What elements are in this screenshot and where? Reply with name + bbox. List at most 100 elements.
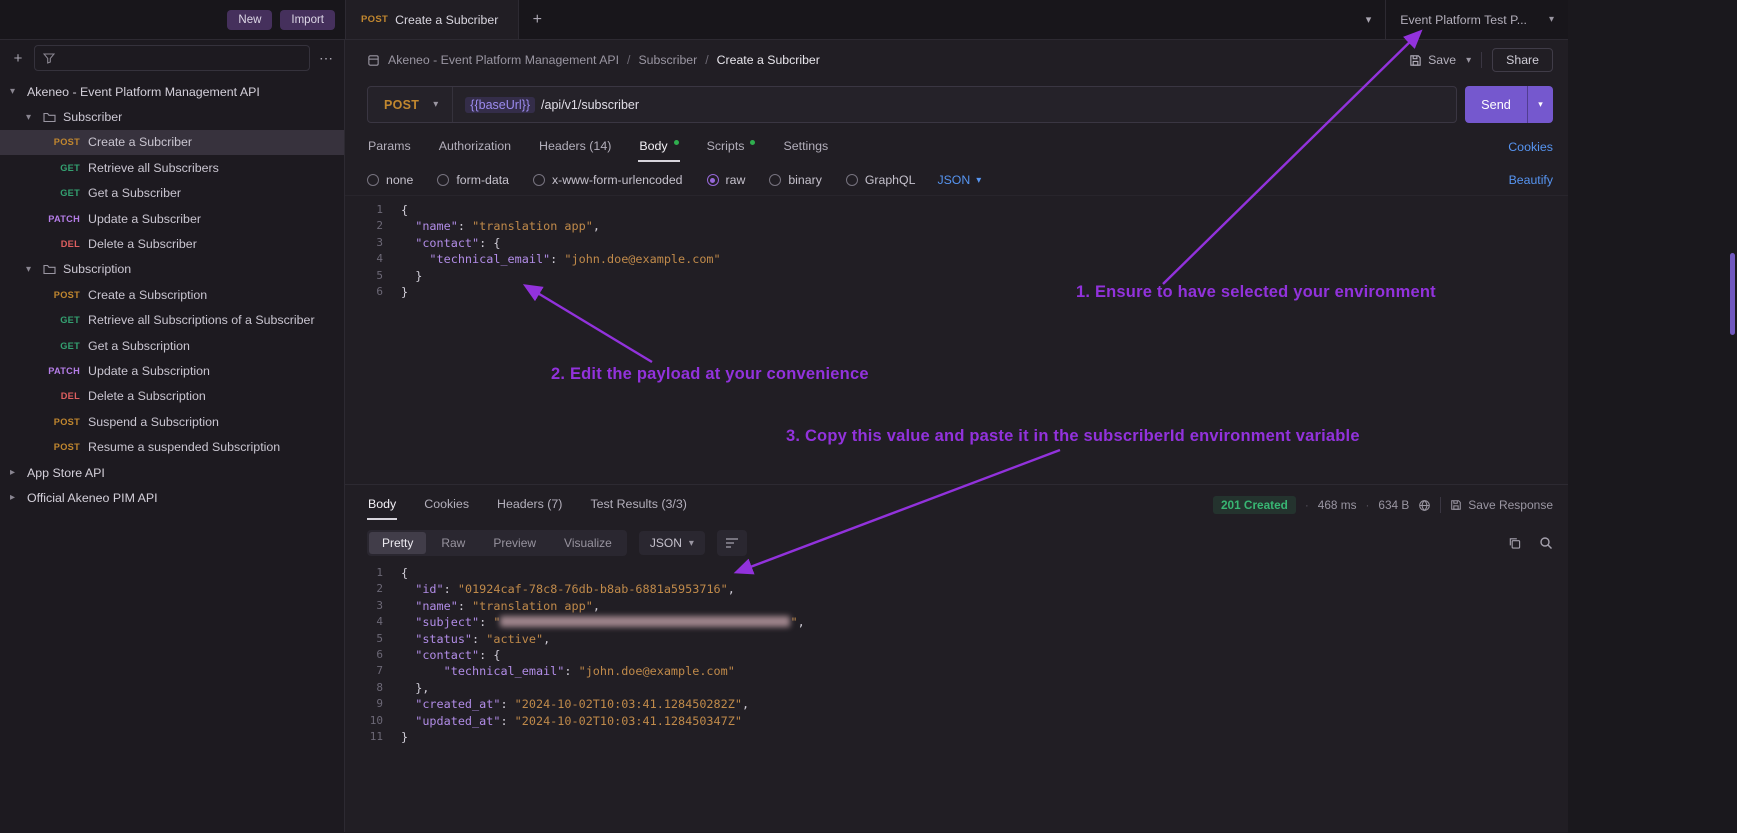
radio-icon (367, 174, 379, 186)
sidebar-item[interactable]: ▾Akeneo - Event Platform Management API (0, 79, 344, 104)
sidebar-item[interactable]: ▾Subscription (0, 257, 344, 282)
wrap-lines-button[interactable] (717, 530, 747, 556)
add-icon[interactable]: + (11, 50, 25, 67)
breadcrumb-folder[interactable]: Subscriber (638, 53, 697, 67)
sidebar-item[interactable]: GETRetrieve all Subscriptions of a Subsc… (0, 308, 344, 333)
method-badge: PATCH (0, 366, 80, 376)
sidebar-item[interactable]: PATCHUpdate a Subscriber (0, 206, 344, 231)
sidebar-item[interactable]: DELDelete a Subscriber (0, 231, 344, 256)
sidebar-item[interactable]: POSTSuspend a Subscription (0, 409, 344, 434)
body-language-selector[interactable]: JSON ▾ (937, 173, 981, 187)
line-number: 6 (345, 284, 397, 300)
chevron-down-icon[interactable]: ▾ (1352, 0, 1386, 39)
method-selector[interactable]: POST ▾ (368, 87, 453, 122)
response-tab-cookies[interactable]: Cookies (423, 490, 470, 520)
radio-icon (533, 174, 545, 186)
sidebar-item[interactable]: POST Create a Subscription (0, 282, 344, 307)
tab-scripts[interactable]: Scripts (706, 132, 757, 162)
response-tab-headers[interactable]: Headers (7) (496, 490, 563, 520)
chevron-down-icon[interactable]: ▾ (26, 112, 43, 123)
sidebar-item[interactable]: ▸Official Akeneo PIM API (0, 485, 344, 510)
code-text: { (397, 202, 408, 218)
view-tab-visualize[interactable]: Visualize (551, 532, 625, 554)
response-language-selector[interactable]: JSON ▾ (639, 531, 705, 555)
sidebar-item[interactable]: ▸App Store API (0, 460, 344, 485)
body-type-raw[interactable]: raw (707, 173, 746, 187)
url-input[interactable]: {{baseUrl}} /api/v1/subscriber (453, 87, 651, 122)
save-button[interactable]: Save (1409, 53, 1456, 67)
tab-params[interactable]: Params (367, 132, 412, 162)
search-icon[interactable] (1539, 536, 1553, 550)
sidebar-item[interactable]: ▾Subscriber (0, 104, 344, 129)
sidebar-search-input[interactable] (34, 45, 310, 71)
send-button[interactable]: Send (1465, 86, 1527, 123)
response-tab-test[interactable]: Test Results (3/3) (589, 490, 687, 520)
environment-selector[interactable]: Event Platform Test P... ▾ (1385, 0, 1568, 39)
page: New Import POST Create a Subcriber + ▾ E… (0, 0, 1737, 833)
response-size: 634 B (1378, 498, 1409, 512)
sidebar-item-label: Delete a Subscription (88, 389, 206, 403)
chevron-down-icon[interactable]: ▾ (26, 264, 43, 275)
tab-body[interactable]: Body (638, 132, 679, 162)
tab-settings[interactable]: Settings (782, 132, 829, 162)
main-panel: Akeneo - Event Platform Management API /… (345, 40, 1568, 832)
scrollbar-thumb[interactable] (1730, 253, 1735, 335)
body-type-label: raw (726, 173, 746, 187)
tab-authorization[interactable]: Authorization (438, 132, 512, 162)
request-body-editor[interactable]: 1{2 "name": "translation app",3 "contact… (345, 195, 1568, 484)
save-options-chevron-icon[interactable]: ▾ (1466, 55, 1471, 66)
modified-dot (674, 140, 679, 145)
code-line: 2 "id": "01924caf-78c8-76db-b8ab-6881a59… (345, 581, 1568, 597)
line-number: 2 (345, 581, 397, 597)
sidebar-item[interactable]: DELDelete a Subscription (0, 384, 344, 409)
body-type-label: GraphQL (865, 173, 916, 187)
sidebar-item[interactable]: POSTResume a suspended Subscription (0, 434, 344, 459)
import-button[interactable]: Import (280, 10, 335, 30)
body-type-form-data[interactable]: form-data (437, 173, 509, 187)
view-tab-preview[interactable]: Preview (480, 532, 549, 554)
response-tabs-list: Body Cookies Headers (7) Test Results (3/3) (367, 490, 688, 520)
save-response-button[interactable]: Save Response (1450, 498, 1553, 512)
code-text: "name": "translation app", (397, 598, 600, 614)
beautify-link[interactable]: Beautify (1509, 173, 1553, 187)
chevron-down-icon: ▾ (433, 99, 438, 110)
sidebar-item[interactable]: GETRetrieve all Subscribers (0, 155, 344, 180)
code-line: 5 "status": "active", (345, 631, 1568, 647)
sidebar-item[interactable]: POSTCreate a Subcriber (0, 130, 344, 155)
body-type-binary[interactable]: binary (769, 173, 822, 187)
response-tab-body[interactable]: Body (367, 490, 397, 520)
code-line: 7 "technical_email": "john.doe@example.c… (345, 663, 1568, 679)
chevron-right-icon[interactable]: ▸ (10, 467, 27, 478)
body-type-x-www-form-urlencoded[interactable]: x-www-form-urlencoded (533, 173, 683, 187)
body-language-label: JSON (937, 173, 970, 187)
open-request-tab[interactable]: POST Create a Subcriber (345, 0, 519, 39)
new-tab-button[interactable]: + (519, 0, 555, 39)
method-badge: POST (0, 290, 80, 300)
new-button[interactable]: New (227, 10, 272, 30)
breadcrumb-collection[interactable]: Akeneo - Event Platform Management API (388, 53, 619, 67)
network-icon[interactable] (1418, 499, 1431, 512)
copy-icon[interactable] (1508, 536, 1521, 550)
code-line: 1{ (345, 565, 1568, 581)
sidebar-item-label: Create a Subscription (88, 288, 207, 302)
view-tab-pretty[interactable]: Pretty (369, 532, 426, 554)
sidebar-item[interactable]: PATCHUpdate a Subscription (0, 358, 344, 383)
view-tab-raw[interactable]: Raw (428, 532, 478, 554)
body-type-graphql[interactable]: GraphQL (846, 173, 916, 187)
sidebar-item[interactable]: GETGet a Subscriber (0, 181, 344, 206)
send-options-button[interactable]: ▾ (1527, 86, 1553, 123)
more-options-icon[interactable]: ⋯ (319, 50, 333, 67)
breadcrumb-current: Create a Subcriber (717, 53, 820, 67)
response-body-editor[interactable]: 1{2 "id": "01924caf-78c8-76db-b8ab-6881a… (345, 561, 1568, 832)
body-type-none[interactable]: none (367, 173, 413, 187)
topbar: New Import POST Create a Subcriber + ▾ E… (0, 0, 1568, 40)
sidebar-item[interactable]: GETGet a Subscription (0, 333, 344, 358)
line-number: 3 (345, 598, 397, 614)
cookies-link[interactable]: Cookies (1508, 140, 1553, 154)
tab-headers[interactable]: Headers (14) (538, 132, 612, 162)
environment-name: Event Platform Test P... (1400, 13, 1527, 27)
chevron-right-icon[interactable]: ▸ (10, 492, 27, 503)
radio-icon (437, 174, 449, 186)
share-button[interactable]: Share (1492, 48, 1553, 72)
chevron-down-icon[interactable]: ▾ (10, 86, 27, 97)
